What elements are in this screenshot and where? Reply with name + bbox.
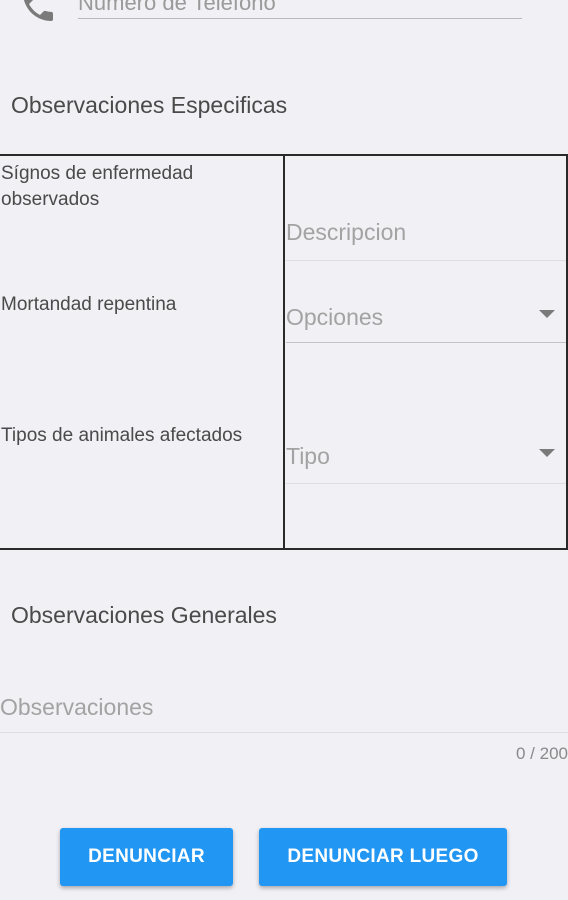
section-title-generales: Observaciones Generales — [11, 602, 277, 628]
denunciar-luego-button[interactable]: DENUNCIAR LUEGO — [259, 828, 507, 886]
phone-icon — [24, 0, 53, 21]
denunciar-button[interactable]: DENUNCIAR — [60, 828, 233, 886]
observaciones-input[interactable]: Observaciones — [0, 686, 568, 733]
specific-observations-table: Sígnos de enfermedad observados Mortanda… — [0, 154, 568, 550]
table-divider — [283, 156, 285, 548]
descripcion-placeholder: Descripcion — [286, 219, 407, 245]
dropdown-caret-icon — [539, 449, 555, 457]
section-title-especificas: Observaciones Especificas — [11, 92, 288, 118]
dropdown-caret-icon — [539, 310, 555, 318]
signos-label: Sígnos de enfermedad observados — [1, 163, 194, 210]
mortandad-label: Mortandad repentina — [1, 294, 177, 315]
char-counter: 0 / 200 — [516, 744, 568, 763]
tipo-placeholder: Tipo — [286, 443, 330, 469]
tipos-label: Tipos de animales afectados — [1, 425, 243, 446]
observaciones-placeholder: Observaciones — [0, 694, 154, 720]
phone-input[interactable] — [78, 0, 522, 19]
phone-row — [0, 0, 568, 30]
opciones-placeholder: Opciones — [286, 304, 384, 330]
descripcion-input[interactable]: Descripcion — [286, 211, 566, 261]
mortandad-select[interactable]: Opciones — [286, 292, 566, 343]
tipo-select[interactable]: Tipo — [286, 431, 566, 484]
